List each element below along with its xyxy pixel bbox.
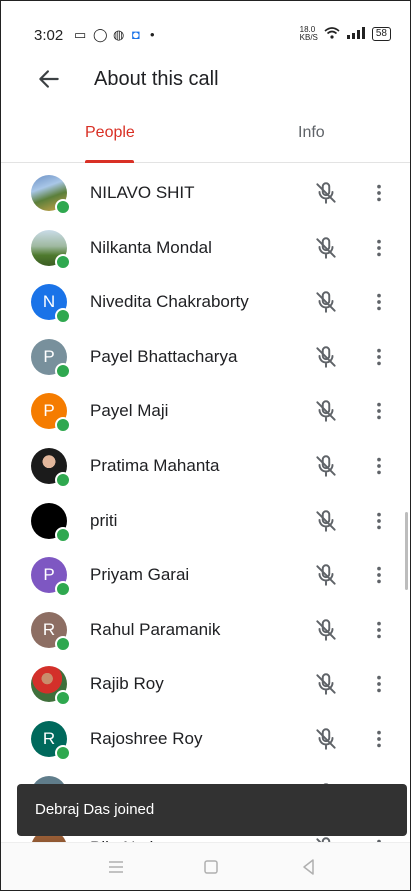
video-call-icon: ▭	[74, 27, 87, 42]
participant-row[interactable]: P Payel Bhattacharya	[0, 330, 411, 384]
participant-name: Payel Bhattacharya	[90, 346, 238, 366]
more-options-icon[interactable]	[368, 508, 390, 534]
mic-off-icon[interactable]	[313, 562, 339, 588]
wifi-icon	[324, 26, 340, 42]
online-status-dot	[55, 417, 71, 434]
net-speed: 18.0 KB/S	[300, 26, 318, 42]
participant-name: Rajib Roy	[90, 674, 164, 694]
more-options-icon[interactable]	[368, 671, 390, 697]
more-notifications-icon: •	[150, 27, 155, 42]
mic-off-icon[interactable]	[313, 671, 339, 697]
participant-row[interactable]: P Priyam Garai	[0, 548, 411, 602]
mic-off-icon[interactable]	[313, 180, 339, 206]
participant-name: Rajoshree Roy	[90, 729, 203, 748]
participant-row[interactable]: Rajib Roy	[0, 657, 411, 711]
more-options-icon[interactable]	[368, 235, 390, 261]
online-status-dot	[55, 199, 71, 215]
system-nav-bar	[0, 842, 411, 891]
net-speed-unit: KB/S	[299, 33, 318, 42]
participant-name: NILAVO SHIT	[90, 183, 195, 202]
status-right: 18.0 KB/S 58	[300, 26, 391, 42]
online-status-dot	[55, 472, 71, 488]
home-icon[interactable]	[199, 855, 223, 879]
tab-bar: People Info	[0, 118, 411, 163]
mic-off-icon[interactable]	[313, 508, 339, 534]
mic-off-icon[interactable]	[313, 617, 339, 643]
participant-row[interactable]: Nilkanta Mondal	[0, 221, 411, 275]
online-status-dot	[55, 526, 71, 543]
status-bar: 3:02 ▭ ◯ ◍ ◘ • 18.0 KB/S 58	[0, 0, 411, 64]
mic-off-icon[interactable]	[313, 289, 339, 315]
page-title: About this call	[94, 68, 219, 90]
participant-name: Nivedita Chakraborty	[90, 292, 249, 312]
participant-name: Rahul Paramanik	[90, 619, 221, 639]
online-status-dot	[55, 581, 71, 598]
whatsapp-icon: ◯	[93, 27, 108, 42]
participant-row[interactable]: N Nivedita Chakraborty	[0, 275, 411, 329]
app-icon: ◍	[113, 27, 125, 42]
mic-off-icon[interactable]	[313, 235, 339, 261]
participant-row[interactable]: P Payel Maji	[0, 384, 411, 438]
participant-row[interactable]: Pratima Mahanta	[0, 439, 411, 493]
mic-off-icon[interactable]	[313, 453, 339, 479]
mic-off-icon[interactable]	[313, 344, 339, 370]
online-status-dot	[55, 253, 71, 270]
back-arrow-icon[interactable]	[36, 66, 62, 92]
more-options-icon[interactable]	[368, 562, 390, 588]
participant-row[interactable]: NILAVO SHIT	[0, 166, 411, 220]
app-bar: About this call	[0, 64, 411, 110]
back-icon[interactable]	[297, 855, 321, 879]
tab-people[interactable]: People	[85, 124, 135, 142]
participant-name: Payel Maji	[90, 401, 169, 421]
more-options-icon[interactable]	[368, 617, 390, 643]
online-status-dot	[55, 745, 71, 761]
status-time: 3:02	[34, 27, 64, 44]
toast-message: Debraj Das joined	[35, 801, 155, 818]
online-status-dot	[55, 308, 71, 325]
toast-snackbar: Debraj Das joined	[17, 784, 407, 836]
scrollbar[interactable]	[405, 512, 408, 590]
online-status-dot	[55, 690, 71, 707]
notification-icon: ◘	[132, 27, 140, 42]
tab-indicator	[85, 160, 134, 163]
participant-name: Nilkanta Mondal	[90, 237, 212, 257]
participant-row[interactable]: priti	[0, 494, 411, 548]
mic-off-icon[interactable]	[313, 398, 339, 424]
battery-icon: 58	[371, 27, 391, 41]
tab-info[interactable]: Info	[298, 124, 325, 142]
participant-name: Pratima Mahanta	[90, 456, 220, 475]
more-options-icon[interactable]	[368, 398, 390, 424]
online-status-dot	[55, 362, 71, 379]
menu-icon[interactable]	[104, 855, 128, 879]
participant-row[interactable]: R Rajoshree Roy	[0, 712, 411, 766]
signal-icon	[346, 26, 366, 42]
participant-row[interactable]: R Rahul Paramanik	[0, 603, 411, 657]
more-options-icon[interactable]	[368, 726, 390, 752]
mic-off-icon[interactable]	[313, 726, 339, 752]
participant-name: Priyam Garai	[90, 565, 190, 585]
more-options-icon[interactable]	[368, 344, 390, 370]
online-status-dot	[55, 635, 71, 652]
participant-name: priti	[90, 510, 118, 530]
more-options-icon[interactable]	[368, 180, 390, 206]
more-options-icon[interactable]	[368, 453, 390, 479]
more-options-icon[interactable]	[368, 289, 390, 315]
